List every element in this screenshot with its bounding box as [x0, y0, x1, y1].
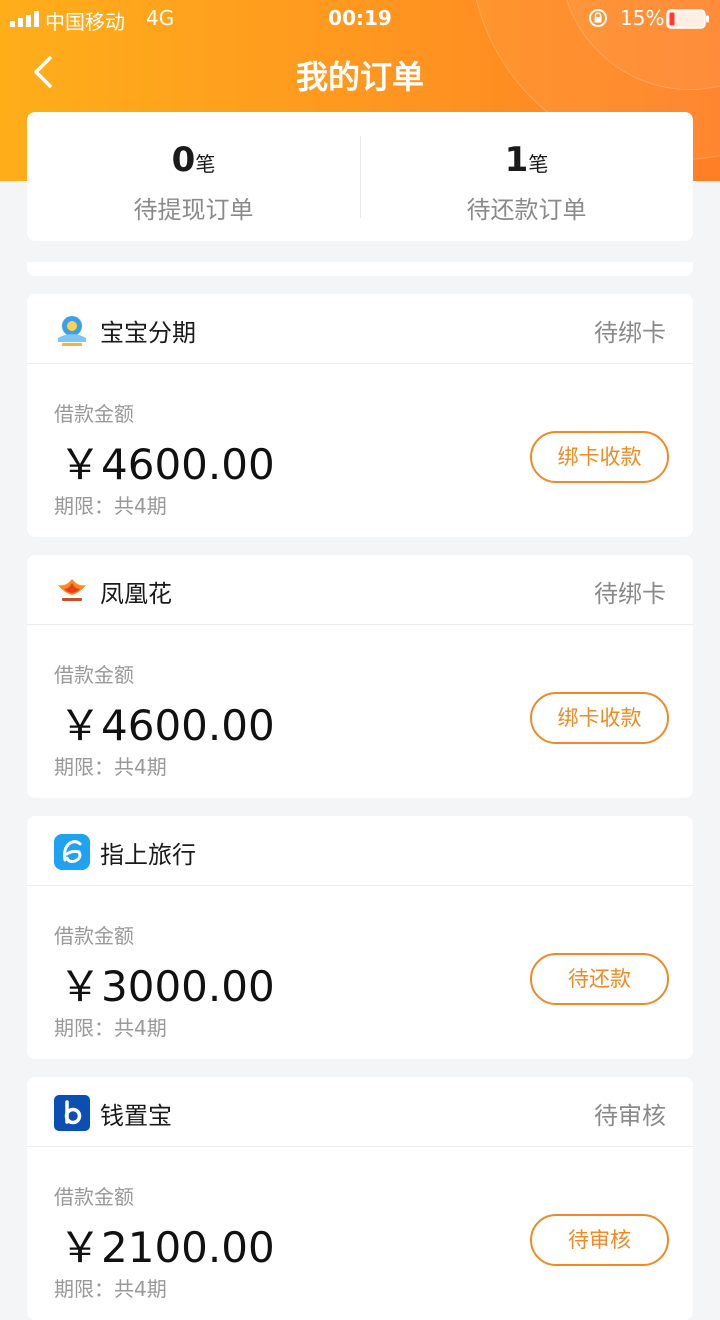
lender-name: 凤凰花	[100, 580, 172, 608]
pending-repay-count: 1	[504, 140, 529, 180]
bind-card-button[interactable]: 绑卡收款	[530, 431, 669, 483]
baby-logo-icon	[58, 316, 86, 346]
order-status: 待审核	[594, 1102, 666, 1130]
order-card[interactable]: 凤凰花 待绑卡 借款金额 ￥4600.00 期限：共4期 绑卡收款	[27, 555, 693, 798]
pending-repay-summary[interactable]: 1笔 待还款订单	[360, 112, 693, 241]
lender-name: 宝宝分期	[100, 319, 196, 347]
phoenix-logo-icon	[58, 579, 86, 601]
loan-term: 期限：共4期	[54, 494, 167, 518]
order-card[interactable]: 宝宝分期 待绑卡 借款金额 ￥4600.00 期限：共4期 绑卡收款	[27, 294, 693, 537]
loan-amount: ￥3000.00	[59, 962, 275, 1011]
loan-amount: ￥2100.00	[59, 1223, 275, 1272]
money-logo-icon	[54, 1095, 90, 1131]
clock: 00:19	[328, 6, 392, 30]
order-summary-card: 0笔 待提现订单 1笔 待还款订单	[27, 112, 693, 241]
order-status: 待绑卡	[594, 319, 666, 347]
lender-name: 钱置宝	[100, 1102, 172, 1130]
loan-amount: ￥4600.00	[59, 701, 275, 750]
order-card-header: 指上旅行	[27, 816, 693, 886]
page-title: 我的订单	[295, 58, 424, 96]
travel-logo-icon	[54, 834, 90, 870]
amount-label: 借款金额	[54, 1185, 134, 1209]
navigation-bar: 我的订单	[0, 38, 720, 108]
order-card[interactable]: 指上旅行 借款金额 ￥3000.00 期限：共4期 待还款	[27, 816, 693, 1059]
bind-card-button[interactable]: 绑卡收款	[530, 692, 669, 744]
pending-withdraw-count: 0	[171, 140, 196, 180]
loan-term: 期限：共4期	[54, 1016, 167, 1040]
pending-withdraw-label: 待提现订单	[133, 196, 254, 224]
status-bar: 中国移动 4G 00:19 15%	[0, 0, 720, 38]
pending-withdraw-summary[interactable]: 0笔 待提现订单	[27, 112, 360, 241]
amount-label: 借款金额	[54, 402, 134, 426]
pending-review-button[interactable]: 待审核	[530, 1214, 669, 1266]
battery-percent: 15%	[620, 6, 665, 30]
pending-repay-label: 待还款订单	[466, 196, 587, 224]
battery-icon	[666, 9, 709, 29]
pending-withdraw-unit: 笔	[195, 152, 216, 176]
amount-label: 借款金额	[54, 663, 134, 687]
scrolled-card-edge	[27, 262, 693, 276]
amount-label: 借款金额	[54, 924, 134, 948]
rotation-lock-icon	[589, 9, 607, 27]
order-card-header: 凤凰花 待绑卡	[27, 555, 693, 625]
loan-term: 期限：共4期	[54, 1277, 167, 1301]
order-card-header: 宝宝分期 待绑卡	[27, 294, 693, 364]
pending-repay-unit: 笔	[528, 152, 549, 176]
loan-term: 期限：共4期	[54, 755, 167, 779]
order-status: 待绑卡	[594, 580, 666, 608]
lender-name: 指上旅行	[100, 841, 196, 869]
order-card[interactable]: 钱置宝 待审核 借款金额 ￥2100.00 期限：共4期 待审核	[27, 1077, 693, 1320]
pending-repay-button[interactable]: 待还款	[530, 953, 669, 1005]
order-card-header: 钱置宝 待审核	[27, 1077, 693, 1147]
loan-amount: ￥4600.00	[59, 440, 275, 489]
